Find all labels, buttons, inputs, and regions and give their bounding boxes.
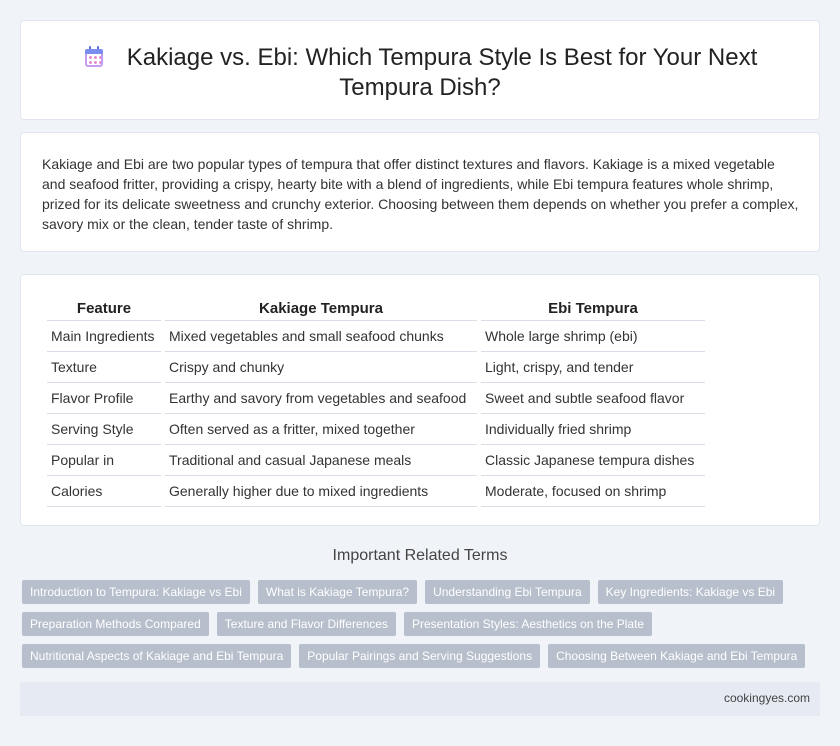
table-row: Flavor Profile Earthy and savory from ve…: [47, 383, 705, 414]
table-cell: Main Ingredients: [47, 321, 161, 352]
intro-card: Kakiage and Ebi are two popular types of…: [20, 132, 820, 252]
header-card: Kakiage vs. Ebi: Which Tempura Style Is …: [20, 20, 820, 120]
table-cell: Moderate, focused on shrimp: [481, 476, 705, 507]
table-row: Popular in Traditional and casual Japane…: [47, 445, 705, 476]
column-header: Kakiage Tempura: [165, 295, 477, 321]
table-cell: Texture: [47, 352, 161, 383]
table-cell: Serving Style: [47, 414, 161, 445]
related-term-tag[interactable]: What is Kakiage Tempura?: [257, 580, 418, 604]
related-term-tag[interactable]: Introduction to Tempura: Kakiage vs Ebi: [22, 580, 250, 604]
related-term-tag[interactable]: Key Ingredients: Kakiage vs Ebi: [597, 580, 784, 604]
table-cell: Whole large shrimp (ebi): [481, 321, 705, 352]
table-header-row: Feature Kakiage Tempura Ebi Tempura: [47, 295, 705, 321]
table-row: Calories Generally higher due to mixed i…: [47, 476, 705, 507]
related-term-tag[interactable]: Popular Pairings and Serving Suggestions: [299, 644, 541, 668]
page-title-line1: Kakiage vs. Ebi: Which Tempura Style Is …: [126, 44, 758, 71]
related-terms-heading: Important Related Terms: [332, 547, 508, 564]
table-cell: Light, crispy, and tender: [481, 352, 705, 383]
page-title: Kakiage vs. Ebi: Which Tempura Style Is …: [21, 43, 819, 103]
table-cell: Individually fried shrimp: [481, 414, 705, 445]
comparison-table: Feature Kakiage Tempura Ebi Tempura Main…: [43, 295, 709, 507]
tag-row: Nutritional Aspects of Kakiage and Ebi T…: [22, 644, 812, 668]
table-cell: Generally higher due to mixed ingredient…: [165, 476, 477, 507]
table-cell: Sweet and subtle seafood flavor: [481, 383, 705, 414]
table-row: Serving Style Often served as a fritter,…: [47, 414, 705, 445]
page-title-line2: Tempura Dish?: [339, 74, 501, 101]
related-term-tag[interactable]: Texture and Flavor Differences: [216, 612, 396, 636]
comparison-card: Feature Kakiage Tempura Ebi Tempura Main…: [20, 274, 820, 526]
table-row: Texture Crispy and chunky Light, crispy,…: [47, 352, 705, 383]
related-term-tag[interactable]: Understanding Ebi Tempura: [425, 580, 590, 604]
footer-site-link[interactable]: cookingyes.com: [724, 691, 810, 705]
table-cell: Crispy and chunky: [165, 352, 477, 383]
related-term-tag[interactable]: Preparation Methods Compared: [22, 612, 209, 636]
table-row: Main Ingredients Mixed vegetables and sm…: [47, 321, 705, 352]
table-cell: Popular in: [47, 445, 161, 476]
column-header: Ebi Tempura: [481, 295, 705, 321]
table-cell: Mixed vegetables and small seafood chunk…: [165, 321, 477, 352]
table-cell: Classic Japanese tempura dishes: [481, 445, 705, 476]
table-cell: Often served as a fritter, mixed togethe…: [165, 414, 477, 445]
intro-paragraph: Kakiage and Ebi are two popular types of…: [42, 156, 799, 232]
tag-row: Preparation Methods Compared Texture and…: [22, 612, 812, 636]
related-term-tag[interactable]: Nutritional Aspects of Kakiage and Ebi T…: [22, 644, 292, 668]
related-term-tag[interactable]: Presentation Styles: Aesthetics on the P…: [403, 612, 653, 636]
related-term-tag[interactable]: Choosing Between Kakiage and Ebi Tempura: [548, 644, 806, 668]
table-cell: Calories: [47, 476, 161, 507]
table-cell: Traditional and casual Japanese meals: [165, 445, 477, 476]
column-header: Feature: [47, 295, 161, 321]
tag-row: Introduction to Tempura: Kakiage vs Ebi …: [22, 580, 812, 604]
table-cell: Earthy and savory from vegetables and se…: [165, 383, 477, 414]
table-cell: Flavor Profile: [47, 383, 161, 414]
calendar-icon: [83, 46, 105, 68]
related-terms-list: Introduction to Tempura: Kakiage vs Ebi …: [22, 580, 812, 676]
footer: cookingyes.com: [20, 682, 820, 716]
